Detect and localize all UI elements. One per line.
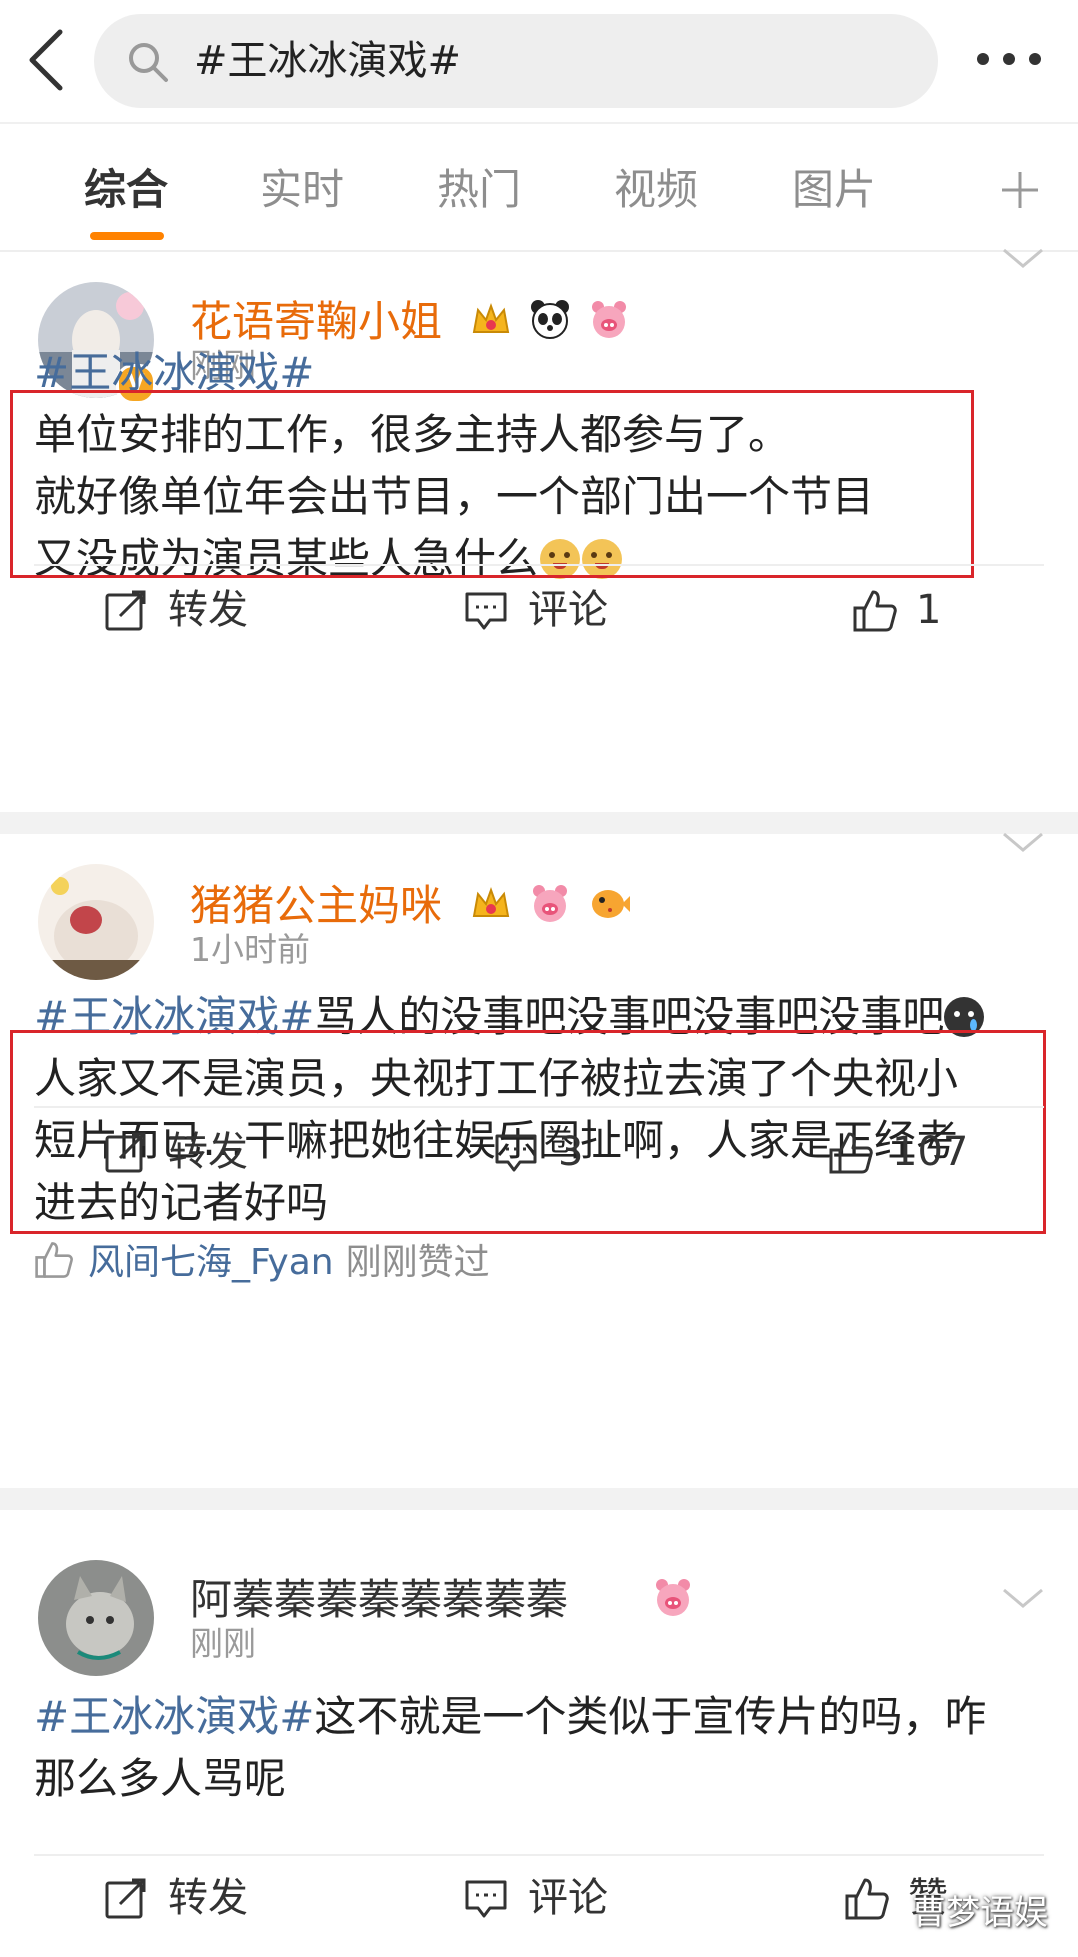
- like-count: 1: [916, 587, 942, 633]
- watermark: 曹梦语娱: [912, 1893, 1048, 1933]
- chevron-down-icon[interactable]: [1000, 828, 1046, 856]
- post-body: #王冰冰演戏#这不就是一个类似于宣传片的吗，咋 那么多人骂呢: [34, 1686, 1044, 1810]
- pig-icon: [652, 1576, 694, 1618]
- search-icon: [129, 43, 168, 82]
- tab-comprehensive[interactable]: 综合: [84, 164, 168, 216]
- chevron-down-icon[interactable]: [1000, 6, 1046, 34]
- tab-realtime[interactable]: 实时: [260, 164, 344, 216]
- liker-name[interactable]: 风间七海_Fyan: [88, 1242, 334, 1283]
- repost-label: 转发: [168, 1129, 248, 1175]
- more-options-icon[interactable]: [974, 44, 1044, 74]
- active-tab-indicator: [90, 232, 164, 240]
- liked-by-row: 风间七海_Fyan 刚刚赞过: [34, 1238, 490, 1288]
- user-badges: [652, 1576, 706, 1622]
- divider: [34, 1106, 1044, 1108]
- thumbs-up-icon: [829, 1132, 873, 1174]
- chevron-down-icon[interactable]: [1000, 1584, 1046, 1612]
- username[interactable]: 猪猪公主妈咪: [190, 878, 442, 934]
- post-card: 猪猪公主妈咪 1小时前 #王冰冰演戏#骂人的没事吧没事吧没事吧没事吧 人家又不是…: [0, 832, 1078, 1488]
- tab-images[interactable]: 图片: [792, 164, 876, 216]
- divider: [34, 1854, 1044, 1856]
- repost-label: 转发: [168, 587, 248, 633]
- post-card: V 花语寄鞠小姐 刚刚 #王冰冰演戏# 单位安排的工作，很多主持人都参与了。 就…: [0, 248, 1078, 812]
- search-tabs: 综合 实时 热门 视频 图片: [0, 124, 1078, 252]
- crown-icon: [470, 298, 512, 340]
- repost-icon: [105, 590, 146, 631]
- divider: [34, 564, 1044, 566]
- back-arrow-icon[interactable]: [22, 26, 72, 94]
- tab-hot[interactable]: 热门: [437, 164, 521, 216]
- pig-icon: [529, 882, 571, 924]
- top-bar: #王冰冰演戏#: [0, 0, 1078, 122]
- post-text-line: #王冰冰演戏#这不就是一个类似于宣传片的吗，咋: [34, 1692, 987, 1741]
- comment-icon: [465, 1880, 507, 1918]
- panda-icon: [529, 298, 571, 340]
- repost-label: 转发: [168, 1875, 248, 1921]
- comment-label: 评论: [528, 587, 608, 633]
- crown-icon: [470, 882, 512, 924]
- add-tab-icon[interactable]: [998, 168, 1042, 212]
- comment-label: 评论: [528, 1875, 608, 1921]
- user-badges: [470, 882, 642, 928]
- thumbs-up-icon: [853, 590, 897, 632]
- thumbs-up-icon: [35, 1242, 73, 1278]
- post-separator: [0, 1488, 1078, 1510]
- pufferfish-icon: [588, 882, 631, 924]
- thumbs-up-icon: [845, 1878, 889, 1920]
- pig-icon: [588, 298, 630, 340]
- username[interactable]: 阿蓁蓁蓁蓁蓁蓁蓁蓁: [190, 1572, 568, 1628]
- avatar[interactable]: [38, 864, 154, 980]
- comment-icon: [495, 1134, 537, 1172]
- comment-count: 3: [558, 1129, 584, 1175]
- tab-video[interactable]: 视频: [614, 164, 698, 216]
- chevron-down-icon[interactable]: [1000, 244, 1046, 272]
- post-separator: [0, 812, 1078, 834]
- liker-text: 刚刚赞过: [345, 1242, 490, 1283]
- post-time: 1小时前: [190, 930, 310, 969]
- post-time: 刚刚: [190, 1624, 256, 1663]
- user-badges: [470, 298, 642, 344]
- avatar[interactable]: [38, 1560, 154, 1676]
- hashtag-link[interactable]: #王冰冰演戏#: [34, 1692, 314, 1741]
- avatar-image: [38, 864, 154, 980]
- comment-icon: [465, 592, 507, 630]
- search-query[interactable]: #王冰冰演戏#: [194, 32, 461, 90]
- search-bar[interactable]: #王冰冰演戏#: [94, 14, 938, 108]
- post-text-line: 那么多人骂呢: [34, 1754, 287, 1803]
- avatar-image: [38, 1560, 154, 1676]
- repost-icon: [105, 1878, 146, 1919]
- highlight-box: [10, 390, 974, 578]
- like-count: 107: [892, 1129, 969, 1175]
- repost-icon: [105, 1132, 146, 1173]
